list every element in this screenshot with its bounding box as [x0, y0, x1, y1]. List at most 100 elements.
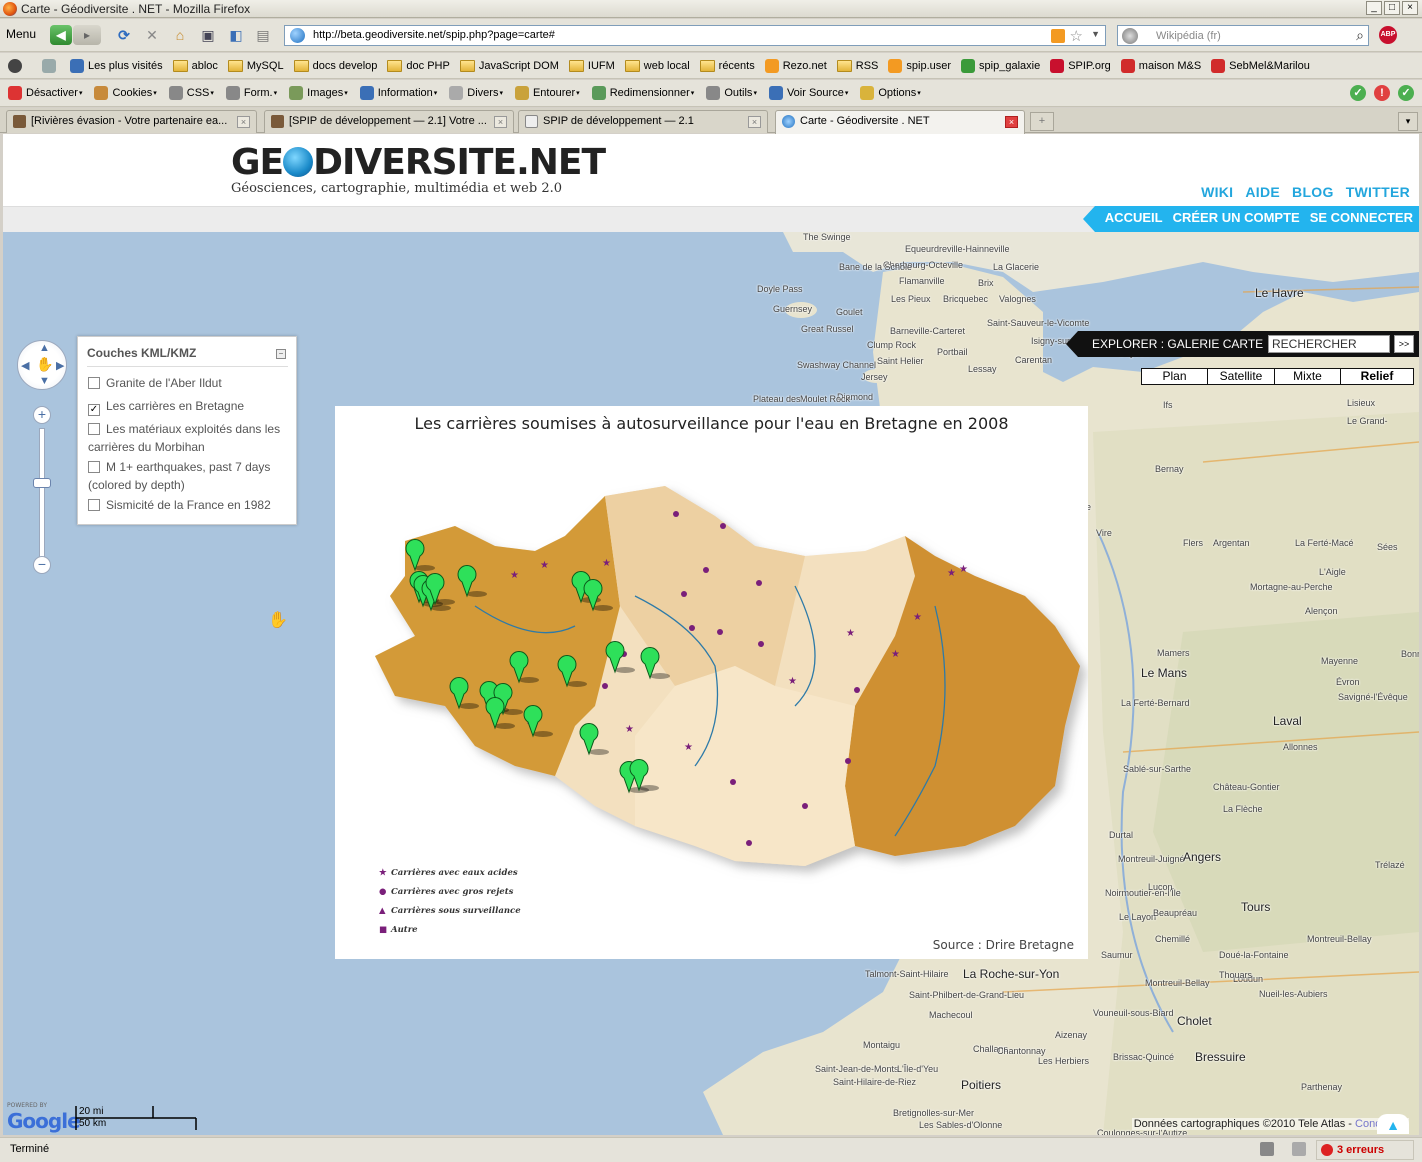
twitter-link[interactable]: TWITTER	[1346, 184, 1410, 200]
url-text[interactable]: http://beta.geodiversite.net/spip.php?pa…	[313, 29, 555, 41]
bookmark-star-icon[interactable]: ☆	[1070, 27, 1083, 45]
bookmark-item[interactable]: spip_galaxie	[961, 58, 1040, 73]
bookmark-item[interactable]: SPIP.org	[1050, 58, 1111, 73]
aide-link[interactable]: AIDE	[1245, 184, 1280, 200]
devtool-menu[interactable]: Information ▾	[359, 86, 437, 100]
tab-spip-dev-votre[interactable]: [SPIP de développement — 2.1] Votre ... …	[264, 110, 514, 133]
kml-layer-item[interactable]: M 1+ earthquakes, past 7 days (colored b…	[88, 458, 288, 494]
rss-icon[interactable]	[1051, 29, 1065, 43]
maximize-button[interactable]: □	[1384, 1, 1400, 15]
tab-close-icon[interactable]: ×	[1005, 116, 1018, 128]
error-counter[interactable]: 3 erreurs	[1316, 1140, 1414, 1160]
devtool-menu[interactable]: Désactiver ▾	[8, 86, 82, 100]
tab-close-icon[interactable]: ×	[494, 116, 507, 128]
bookmark-item[interactable]: maison M&S	[1120, 58, 1201, 73]
status-addon-icon[interactable]	[1260, 1142, 1274, 1156]
blog-link[interactable]: BLOG	[1292, 184, 1334, 200]
bookmark-item[interactable]: SebMel&Marilou	[1211, 58, 1310, 73]
devtool-menu[interactable]: Cookies ▾	[94, 86, 157, 100]
tab-list-button[interactable]: ▾	[1398, 112, 1418, 131]
kml-checkbox[interactable]	[88, 377, 100, 389]
kml-checkbox[interactable]	[88, 423, 100, 435]
devtool-menu[interactable]: Outils ▾	[706, 86, 757, 100]
kml-layer-item[interactable]: ✓ Les carrières en Bretagne	[88, 397, 288, 416]
home-icon[interactable]: ⌂	[172, 27, 188, 43]
wiki-link[interactable]: WIKI	[1201, 184, 1233, 200]
devtool-menu[interactable]: Voir Source ▾	[768, 86, 848, 100]
tab-close-icon[interactable]: ×	[237, 116, 250, 128]
accueil-link[interactable]: ACCUEIL	[1105, 210, 1163, 225]
tab-close-icon[interactable]: ×	[748, 116, 761, 128]
bookmark-grid-icon[interactable]	[42, 58, 60, 73]
pan-control[interactable]: ▲ ▼ ◀ ▶ ✋	[17, 340, 67, 390]
zoom-in-button[interactable]: +	[33, 406, 51, 424]
bookmark-item[interactable]: MySQL	[227, 59, 284, 72]
map-type-relief[interactable]: Relief	[1340, 368, 1414, 385]
back-button[interactable]: ◀	[50, 25, 72, 45]
kml-layer-item[interactable]: Les matériaux exploités dans les carrièr…	[88, 420, 288, 456]
bookmark-item[interactable]: JavaScript DOM	[459, 59, 559, 72]
search-input[interactable]: Wikipédia (fr)	[1156, 30, 1221, 42]
zoom-slider-track[interactable]	[39, 428, 45, 558]
se-connecter-link[interactable]: SE CONNECTER	[1310, 210, 1413, 225]
address-bar[interactable]: http://beta.geodiversite.net/spip.php?pa…	[284, 25, 1106, 46]
bookmark-item[interactable]: doc PHP	[387, 59, 450, 72]
status-grid-icon[interactable]	[1292, 1142, 1306, 1156]
kml-ground-overlay[interactable]: Les carrières soumises à autosurveillanc…	[335, 406, 1088, 959]
devtool-menu[interactable]: Divers ▾	[449, 86, 503, 100]
map-type-mixte[interactable]: Mixte	[1274, 368, 1341, 385]
bookmark-item[interactable]: web local	[624, 59, 690, 72]
reload-icon[interactable]: ⟳	[116, 27, 132, 43]
bookmark-item[interactable]: IUFM	[568, 59, 615, 72]
bookmark-item[interactable]: docs develop	[293, 59, 377, 72]
google-logo[interactable]: POWERED BY Google	[7, 1102, 81, 1133]
tab-carte[interactable]: Carte - Géodiversite . NET ×	[775, 110, 1025, 134]
devtool-menu[interactable]: Redimensionner ▾	[591, 86, 694, 100]
map-type-satellite[interactable]: Satellite	[1207, 368, 1275, 385]
wikipedia-icon[interactable]	[1122, 28, 1138, 44]
minimize-button[interactable]: _	[1366, 1, 1382, 15]
kml-checkbox[interactable]	[88, 499, 100, 511]
validation-ok-icon[interactable]: ✓	[1350, 85, 1366, 101]
forward-button[interactable]: ▸	[73, 25, 101, 45]
print-icon[interactable]: ▤	[255, 27, 271, 43]
window-icon[interactable]: ◧	[228, 27, 244, 43]
scroll-top-icon[interactable]: ▲	[1377, 1114, 1409, 1134]
devtool-menu[interactable]: Options ▾	[860, 86, 921, 100]
bookmark-item[interactable]: Les plus visités	[70, 58, 163, 73]
pan-down-icon[interactable]: ▼	[39, 375, 50, 387]
error-icon[interactable]: !	[1374, 85, 1390, 101]
zoom-slider-knob[interactable]	[33, 478, 51, 488]
pan-left-icon[interactable]: ◀	[21, 359, 29, 372]
status-ok-icon[interactable]: ✓	[1398, 85, 1414, 101]
bookmark-item[interactable]: RSS	[836, 59, 878, 72]
hand-icon[interactable]: ✋	[36, 356, 53, 373]
tab-rivieres[interactable]: [Rivières évasion - Votre partenaire ea.…	[6, 110, 257, 133]
stop-icon[interactable]: ✕	[144, 27, 160, 43]
close-window-button[interactable]: ×	[1402, 1, 1418, 15]
url-dropdown-icon[interactable]: ▼	[1091, 29, 1100, 39]
screenshot-icon[interactable]: ▣	[200, 27, 216, 43]
bookmark-item[interactable]: abloc	[172, 59, 218, 72]
pan-right-icon[interactable]: ▶	[56, 359, 64, 372]
new-tab-button[interactable]: +	[1030, 112, 1054, 131]
kml-layer-item[interactable]: Granite de l'Aber Ildut	[88, 374, 288, 392]
map-type-plan[interactable]: Plan	[1141, 368, 1208, 385]
bookmark-item[interactable]: spip.user	[888, 58, 951, 73]
devtool-menu[interactable]: CSS ▾	[168, 86, 214, 100]
kml-checkbox-checked[interactable]: ✓	[88, 404, 100, 416]
kml-checkbox[interactable]	[88, 461, 100, 473]
kml-panel-minimize-icon[interactable]: −	[276, 349, 286, 359]
search-input-field[interactable]: RECHERCHER	[1268, 335, 1390, 353]
map-canvas[interactable]: The Swinge Equeurdreville-Hainneville Cher…	[3, 232, 1419, 1135]
menu-button[interactable]: Menu	[6, 27, 36, 41]
bookmark-item[interactable]: Rezo.net	[764, 58, 827, 73]
search-go-button[interactable]: >>	[1394, 335, 1414, 353]
pan-up-icon[interactable]: ▲	[39, 342, 50, 354]
search-bar[interactable]: Wikipédia (fr) ⌕	[1117, 25, 1369, 46]
devtool-menu[interactable]: Images ▾	[289, 86, 348, 100]
devtool-menu[interactable]: Form. ▾	[225, 86, 277, 100]
search-icon[interactable]: ⌕	[1356, 27, 1364, 44]
devtool-menu[interactable]: Entourer ▾	[514, 86, 580, 100]
site-logo[interactable]: GE DIVERSITE.NET Géosciences, cartographi…	[231, 144, 606, 197]
